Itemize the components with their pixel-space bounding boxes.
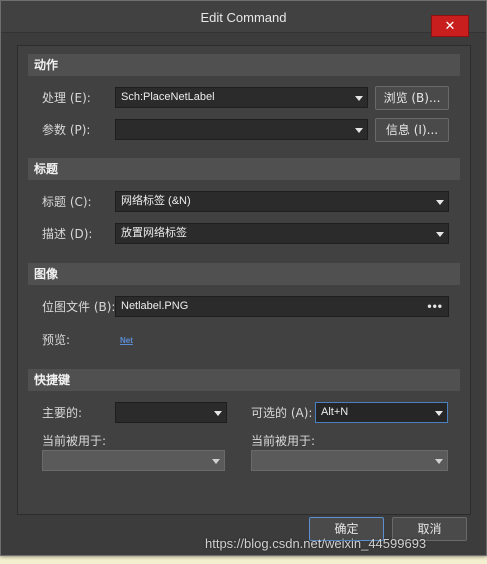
process-combo[interactable]: Sch:PlaceNetLabel [115, 87, 368, 108]
chevron-down-icon [355, 128, 363, 133]
alternative-label: 可选的 (A): [251, 406, 313, 420]
alternative-value: Alt+N [321, 406, 349, 418]
edit-command-dialog: Edit Command ✕ 动作 处理 (E): Sch:PlaceNetLa… [0, 0, 487, 556]
title-label: 标题 (C): [42, 195, 92, 209]
chevron-down-icon [355, 96, 363, 101]
used-by-label-alternative: 当前被用于: [251, 434, 316, 448]
browse-button[interactable]: 浏览 (B)... [375, 86, 449, 110]
title-bar[interactable]: Edit Command [1, 1, 486, 33]
desc-value: 放置网络标签 [121, 227, 187, 239]
desc-label: 描述 (D): [42, 227, 93, 241]
main-panel: 动作 处理 (E): Sch:PlaceNetLabel 浏览 (B)... 参… [17, 45, 471, 515]
primary-label: 主要的: [42, 406, 83, 420]
chevron-down-icon [435, 411, 443, 416]
preview-image: Net [120, 336, 133, 345]
title-value: 网络标签 (&N) [121, 195, 191, 207]
ellipsis-icon[interactable]: ••• [427, 297, 443, 316]
process-value: Sch:PlaceNetLabel [121, 91, 215, 103]
desc-combo[interactable]: 放置网络标签 [115, 223, 449, 244]
used-by-label-primary: 当前被用于: [42, 434, 107, 448]
title-combo[interactable]: 网络标签 (&N) [115, 191, 449, 212]
close-button[interactable]: ✕ [431, 15, 469, 37]
primary-combo[interactable] [115, 402, 227, 423]
params-label: 参数 (P): [42, 123, 91, 137]
watermark-text: https://blog.csdn.net/weixin_44599693 [205, 536, 427, 551]
chevron-down-icon [212, 459, 220, 464]
bitmap-label: 位图文件 (B): [42, 300, 116, 314]
used-by-combo-alternative[interactable] [251, 450, 448, 471]
process-label: 处理 (E): [42, 91, 91, 105]
section-image: 图像 [28, 263, 460, 285]
used-by-combo-primary[interactable] [42, 450, 225, 471]
dialog-title: Edit Command [200, 10, 287, 25]
chevron-down-icon [436, 200, 444, 205]
chevron-down-icon [435, 459, 443, 464]
section-shortcut: 快捷键 [28, 369, 460, 391]
preview-label: 预览: [42, 333, 71, 347]
section-caption: 标题 [28, 158, 460, 180]
alternative-combo[interactable]: Alt+N [315, 402, 448, 423]
section-action: 动作 [28, 54, 460, 76]
params-combo[interactable] [115, 119, 368, 140]
chevron-down-icon [436, 232, 444, 237]
bitmap-field[interactable]: Netlabel.PNG ••• [115, 296, 449, 317]
info-button[interactable]: 信息 (I)... [375, 118, 449, 142]
bitmap-value: Netlabel.PNG [121, 300, 189, 312]
close-icon: ✕ [444, 18, 456, 34]
chevron-down-icon [214, 411, 222, 416]
